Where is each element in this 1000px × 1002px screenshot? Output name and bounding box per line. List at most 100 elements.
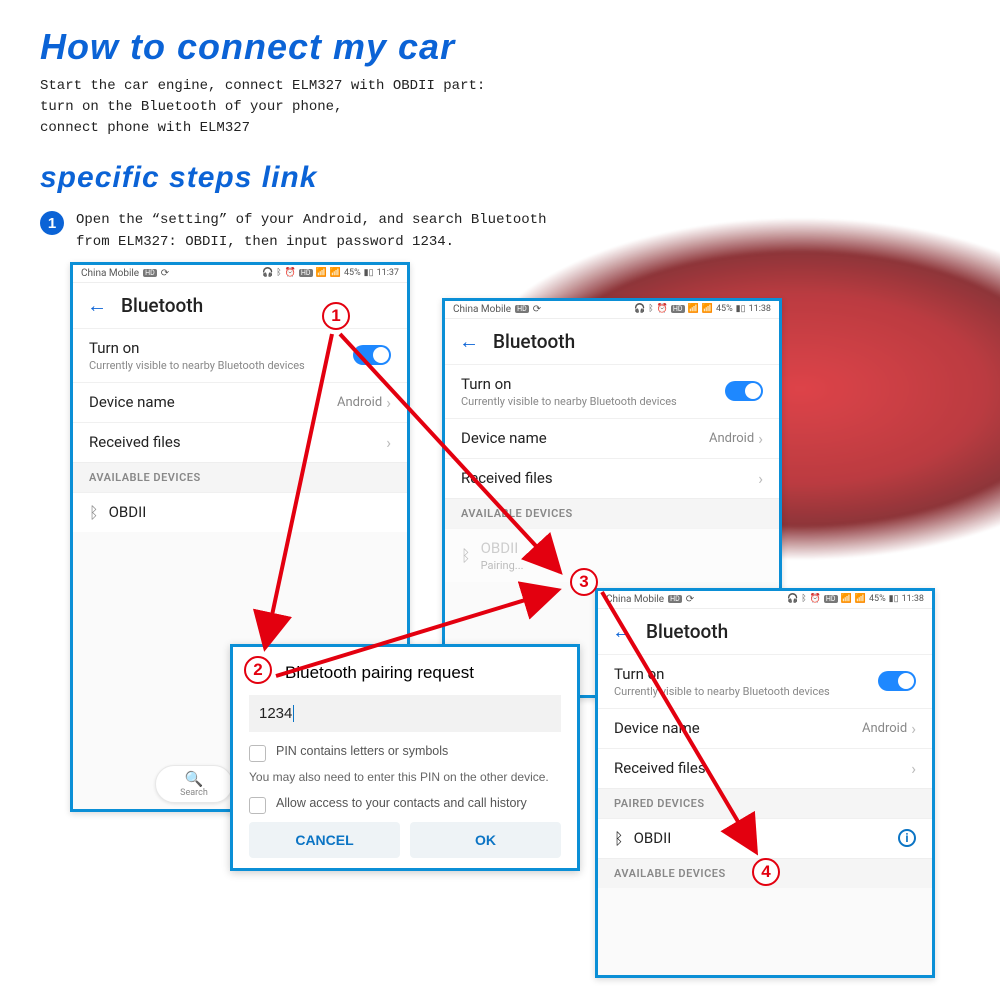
device-name-label: Device name bbox=[89, 393, 175, 411]
row-turn-on[interactable]: Turn on Currently visible to nearby Blue… bbox=[598, 654, 932, 708]
signal-icon: 📶 bbox=[330, 268, 341, 278]
refresh-icon: ⟳ bbox=[686, 594, 694, 605]
refresh-icon: ⟳ bbox=[161, 268, 169, 279]
page-title: Bluetooth bbox=[493, 330, 575, 353]
info-icon[interactable]: i bbox=[898, 829, 916, 847]
device-obdii-label: OBDII bbox=[109, 503, 147, 521]
turn-on-label: Turn on bbox=[89, 339, 305, 357]
headphone-icon: 🎧 bbox=[634, 304, 645, 314]
intro-line: connect phone with ELM327 bbox=[40, 118, 960, 139]
row-received-files[interactable]: Received files › bbox=[73, 422, 407, 462]
headphone-icon: 🎧 bbox=[262, 268, 273, 278]
device-name-value: Android bbox=[862, 721, 907, 736]
dialog-title: Bluetooth pairing request bbox=[285, 663, 561, 683]
intro-line: turn on the Bluetooth of your phone, bbox=[40, 97, 960, 118]
row-received-files[interactable]: Received files › bbox=[598, 748, 932, 788]
signal-icon: 📶 bbox=[855, 594, 866, 604]
ok-button[interactable]: OK bbox=[410, 822, 561, 858]
received-files-label: Received files bbox=[614, 759, 706, 777]
device-name-label: Device name bbox=[614, 719, 700, 737]
clock: 11:38 bbox=[749, 304, 771, 314]
bluetooth-toggle[interactable] bbox=[353, 345, 391, 365]
bluetooth-icon: ᛒ bbox=[801, 594, 806, 604]
row-turn-on[interactable]: Turn on Currently visible to nearby Blue… bbox=[73, 328, 407, 382]
carrier-badge: HD bbox=[515, 305, 529, 313]
row-turn-on[interactable]: Turn on Currently visible to nearby Blue… bbox=[445, 364, 779, 418]
paired-devices-header: PAIRED DEVICES bbox=[598, 788, 932, 818]
pin-letters-checkbox-row[interactable]: PIN contains letters or symbols bbox=[249, 744, 561, 762]
cancel-button[interactable]: CANCEL bbox=[249, 822, 400, 858]
checkbox-icon[interactable] bbox=[249, 797, 266, 814]
hd-icon: HD bbox=[671, 305, 685, 313]
available-devices-header: AVAILABLE DEVICES bbox=[73, 462, 407, 492]
device-name-value: Android bbox=[709, 431, 754, 446]
status-bar: China Mobile HD ⟳ 🎧 ᛒ ⏰ HD 📶 📶 45% ▮▯ 11… bbox=[73, 265, 407, 283]
available-devices-header: AVAILABLE DEVICES bbox=[445, 498, 779, 528]
chevron-right-icon: › bbox=[911, 719, 916, 738]
battery-pct: 45% bbox=[344, 268, 361, 278]
pin-input[interactable]: 1234 bbox=[249, 695, 561, 732]
bluetooth-device-icon: ᛒ bbox=[614, 829, 624, 848]
bluetooth-toggle[interactable] bbox=[878, 671, 916, 691]
row-device-name[interactable]: Device name Android › bbox=[73, 382, 407, 422]
chevron-right-icon: › bbox=[386, 433, 391, 452]
search-button[interactable]: 🔍 Search bbox=[155, 765, 233, 803]
row-obdii-paired[interactable]: ᛒ OBDII i bbox=[598, 818, 932, 858]
device-name-value: Android bbox=[337, 395, 382, 410]
bluetooth-toggle[interactable] bbox=[725, 381, 763, 401]
carrier-badge: HD bbox=[143, 269, 157, 277]
step-1-line: Open the “setting” of your Android, and … bbox=[76, 209, 546, 231]
battery-icon: ▮▯ bbox=[889, 594, 899, 604]
alarm-icon: ⏰ bbox=[285, 268, 296, 278]
wifi-icon: 📶 bbox=[316, 268, 327, 278]
search-label: Search bbox=[156, 788, 232, 798]
carrier-label: China Mobile bbox=[606, 594, 664, 605]
carrier-label: China Mobile bbox=[453, 304, 511, 315]
pairing-status: Pairing... bbox=[481, 559, 524, 572]
allow-access-checkbox-row[interactable]: Allow access to your contacts and call h… bbox=[249, 796, 561, 814]
row-device-name[interactable]: Device name Android › bbox=[598, 708, 932, 748]
bluetooth-icon: ᛒ bbox=[276, 268, 281, 278]
intro-line: Start the car engine, connect ELM327 wit… bbox=[40, 76, 960, 97]
clock: 11:38 bbox=[902, 594, 924, 604]
received-files-label: Received files bbox=[461, 469, 553, 487]
intro-text: Start the car engine, connect ELM327 wit… bbox=[40, 76, 960, 139]
bluetooth-icon: ᛒ bbox=[648, 304, 653, 314]
row-obdii-pairing[interactable]: ᛒ OBDII Pairing... bbox=[445, 528, 779, 582]
row-device-name[interactable]: Device name Android › bbox=[445, 418, 779, 458]
step-marker-4: 4 bbox=[752, 858, 780, 886]
checkbox-icon[interactable] bbox=[249, 745, 266, 762]
carrier-badge: HD bbox=[668, 595, 682, 603]
row-received-files[interactable]: Received files › bbox=[445, 458, 779, 498]
received-files-label: Received files bbox=[89, 433, 181, 451]
device-obdii-label: OBDII bbox=[634, 829, 672, 847]
device-name-label: Device name bbox=[461, 429, 547, 447]
headphone-icon: 🎧 bbox=[787, 594, 798, 604]
visible-sub: Currently visible to nearby Bluetooth de… bbox=[89, 359, 305, 372]
wifi-icon: 📶 bbox=[841, 594, 852, 604]
page-title: Bluetooth bbox=[646, 620, 728, 643]
chevron-right-icon: › bbox=[758, 429, 763, 448]
row-obdii[interactable]: ᛒ OBDII bbox=[73, 492, 407, 532]
status-bar: China Mobile HD ⟳ 🎧 ᛒ ⏰ HD 📶 📶 45% ▮▯ 11… bbox=[598, 591, 932, 609]
pairing-dialog: Bluetooth pairing request 1234 PIN conta… bbox=[230, 644, 580, 871]
step-1: 1 Open the “setting” of your Android, an… bbox=[40, 209, 960, 254]
search-icon: 🔍 bbox=[156, 770, 232, 788]
chevron-right-icon: › bbox=[758, 469, 763, 488]
back-arrow-icon[interactable]: ← bbox=[87, 293, 107, 318]
step-bullet-1: 1 bbox=[40, 211, 64, 235]
alarm-icon: ⏰ bbox=[810, 594, 821, 604]
title-bar: ← Bluetooth bbox=[73, 283, 407, 328]
bluetooth-device-icon: ᛒ bbox=[461, 546, 471, 565]
battery-icon: ▮▯ bbox=[364, 268, 374, 278]
back-arrow-icon[interactable]: ← bbox=[459, 329, 479, 354]
back-arrow-icon[interactable]: ← bbox=[612, 619, 632, 644]
chevron-right-icon: › bbox=[386, 393, 391, 412]
pin-value: 1234 bbox=[259, 705, 292, 722]
wifi-icon: 📶 bbox=[688, 304, 699, 314]
step-1-text: Open the “setting” of your Android, and … bbox=[76, 209, 546, 254]
visible-sub: Currently visible to nearby Bluetooth de… bbox=[461, 395, 677, 408]
clock: 11:37 bbox=[377, 268, 399, 278]
device-obdii-label: OBDII bbox=[481, 539, 524, 557]
chevron-right-icon: › bbox=[911, 759, 916, 778]
